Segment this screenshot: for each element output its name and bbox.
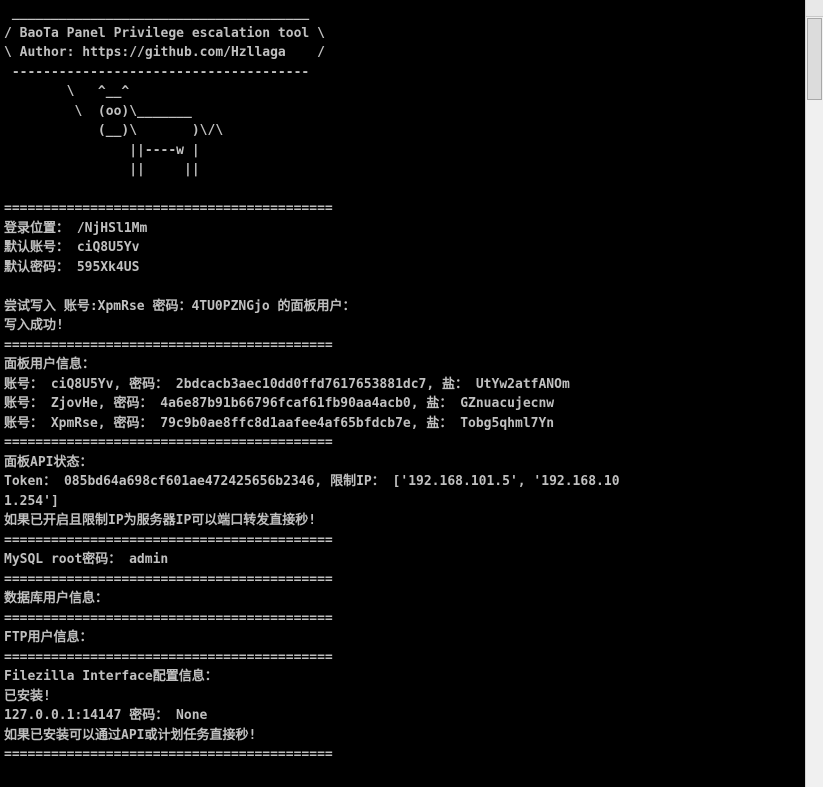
console-line: 127.0.0.1:14147 密码： None xyxy=(4,708,208,723)
console-line: \ Author: https://github.com/Hzllaga / xyxy=(4,45,325,60)
console-line: || || xyxy=(4,162,200,177)
console-line: \ (oo)\_______ xyxy=(4,103,192,119)
console-line: ========================================… xyxy=(4,747,333,762)
console-line: Filezilla Interface配置信息： xyxy=(4,669,218,684)
console-line: 1.254'] xyxy=(4,493,59,509)
scroll-up-arrow[interactable] xyxy=(806,0,823,17)
console-line: 账号： ZjovHe, 密码： 4a6e87b91b66796fcaf61fb9… xyxy=(4,396,555,411)
console-line: MySQL root密码： admin xyxy=(4,552,169,567)
console-line: 默认账号： ciQ8U5Yv xyxy=(4,240,140,255)
console-line: ========================================… xyxy=(4,201,333,216)
console-line: 账号： ciQ8U5Yv, 密码： 2bdcacb3aec10dd0ffd761… xyxy=(4,376,570,392)
console-line: -------------------------------------- xyxy=(4,64,310,80)
scroll-thumb[interactable] xyxy=(807,18,822,100)
console-line: 数据库用户信息： xyxy=(4,591,109,606)
console-line: ______________________________________ xyxy=(4,6,310,21)
console-output: ______________________________________ /… xyxy=(4,4,805,765)
console-line: 如果已开启且限制IP为服务器IP可以端口转发直接秒! xyxy=(4,513,317,528)
console-line: ||----w | xyxy=(4,142,200,158)
console-line: 默认密码： 595Xk4US xyxy=(4,259,140,275)
console-line: ========================================… xyxy=(4,649,333,665)
console-line: 尝试写入 账号:XpmRse 密码：4TU0PZNGjo 的面板用户： xyxy=(4,298,356,314)
console-window[interactable]: ______________________________________ /… xyxy=(0,0,805,787)
vertical-scrollbar[interactable] xyxy=(805,0,823,787)
console-line: 已安装! xyxy=(4,688,51,704)
console-line: \ ^__^ xyxy=(4,84,130,99)
console-line: 面板API状态： xyxy=(4,454,93,470)
console-line: ========================================… xyxy=(4,571,333,587)
console-line: ========================================… xyxy=(4,610,333,626)
console-line: ========================================… xyxy=(4,435,333,450)
console-line: 账号： XpmRse, 密码： 79c9b0ae8ffc8d1aafee4af6… xyxy=(4,415,555,431)
console-line: (__)\ )\/\ xyxy=(4,123,224,138)
console-line: / BaoTa Panel Privilege escalation tool … xyxy=(4,25,325,41)
console-line: ========================================… xyxy=(4,337,333,353)
console-line: 如果已安装可以通过API或计划任务直接秒! xyxy=(4,727,257,743)
console-line: Token： 085bd64a698cf601ae472425656b2346,… xyxy=(4,474,620,489)
console-line: ========================================… xyxy=(4,532,333,548)
console-line: 写入成功! xyxy=(4,318,64,333)
console-line: 登录位置： /NjHSl1Mm xyxy=(4,220,148,236)
console-line: FTP用户信息： xyxy=(4,630,93,645)
console-line: 面板用户信息： xyxy=(4,357,96,372)
